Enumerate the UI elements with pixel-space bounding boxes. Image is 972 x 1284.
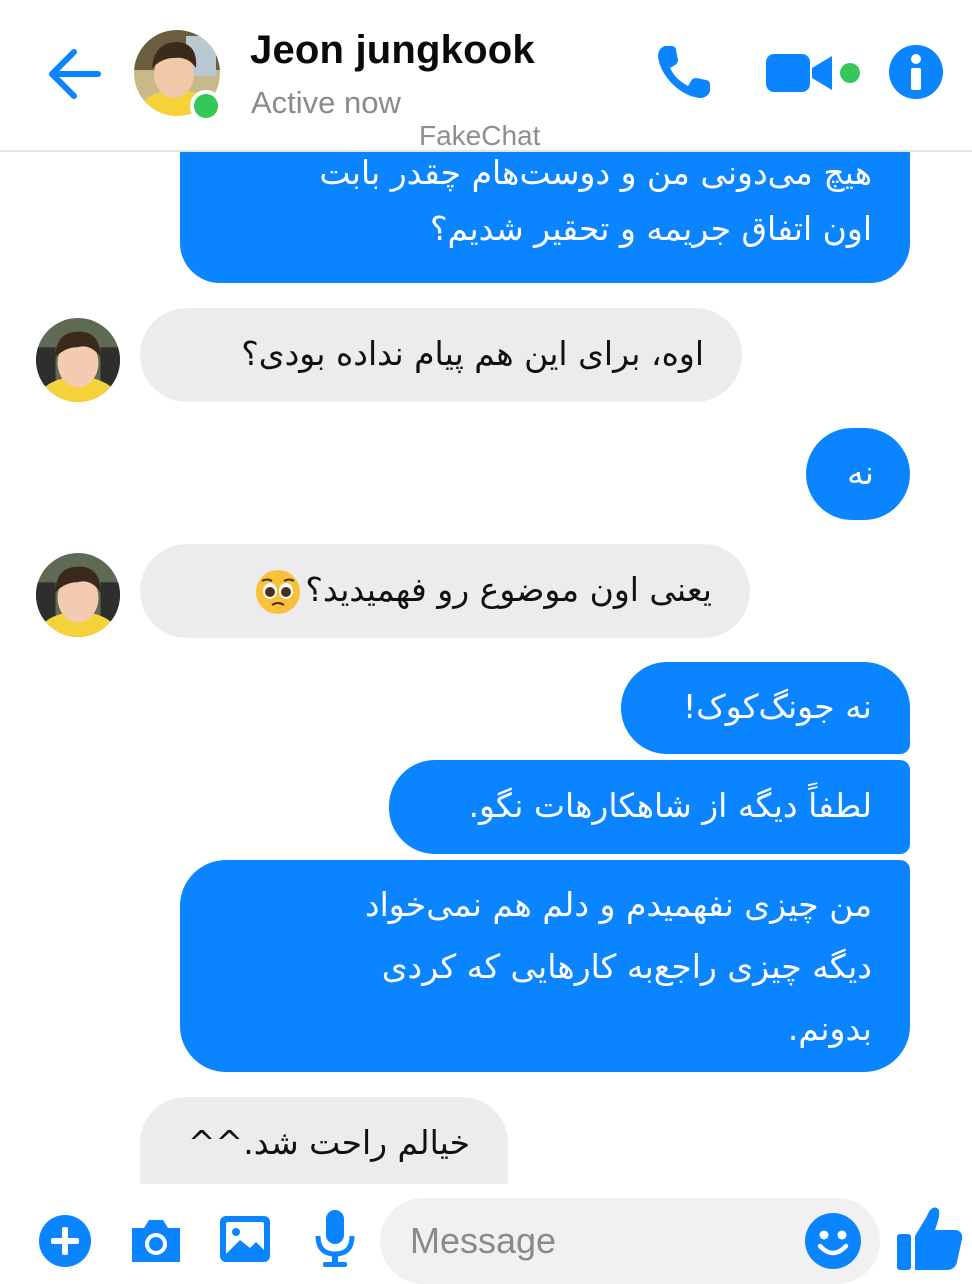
message-line: بدونم. <box>787 1009 872 1048</box>
message-text: یعنی اون موضوع رو فهمیدید؟ <box>305 570 712 609</box>
message-incoming[interactable]: خیالم راحت شد.^^ <box>140 1097 508 1197</box>
message-input[interactable] <box>408 1214 792 1268</box>
online-indicator <box>190 90 222 122</box>
emoji-icon[interactable] <box>804 1212 862 1270</box>
camera-icon[interactable] <box>128 1214 184 1266</box>
message-outgoing[interactable]: نه جونگ‌کوک! <box>621 662 910 754</box>
video-online-dot <box>840 63 860 83</box>
message-outgoing[interactable]: هیچ می‌دونی من و دوست‌هام چقدر بابت اون … <box>180 135 910 283</box>
info-icon[interactable] <box>888 44 944 100</box>
message-line: هیچ می‌دونی من و دوست‌هام چقدر بابت <box>319 153 872 192</box>
contact-avatar-small <box>36 318 120 402</box>
thumbs-up-icon[interactable] <box>893 1202 965 1274</box>
message-outgoing[interactable]: من چیزی نفهمیدم و دلم هم نمی‌خواد دیگه چ… <box>180 860 910 1072</box>
watermark: FakeChat <box>419 120 541 151</box>
message-line: من چیزی نفهمیدم و دلم هم نمی‌خواد <box>364 885 872 924</box>
message-line: دیگه چیزی راجع‌به کارهایی که کردی <box>381 947 872 986</box>
message-line: اون اتفاق جریمه و تحقیر شدیم؟ <box>430 209 872 248</box>
back-arrow-icon[interactable] <box>44 44 108 104</box>
plus-icon[interactable] <box>38 1214 92 1268</box>
message-incoming[interactable]: اوه، برای این هم پیام نداده بودی؟ <box>140 308 742 402</box>
active-status: Active now <box>251 85 401 120</box>
image-icon[interactable] <box>218 1212 272 1266</box>
message-incoming[interactable]: یعنی اون موضوع رو فهمیدید؟ <box>140 544 750 638</box>
contact-name: Jeon jungkook <box>250 28 535 72</box>
message-input-container <box>380 1198 880 1284</box>
phone-icon[interactable] <box>652 40 716 104</box>
contact-avatar-small <box>36 553 120 637</box>
video-camera-icon[interactable] <box>766 50 834 96</box>
message-outgoing[interactable]: لطفاً دیگه از شاهکارهات نگو. <box>389 760 910 854</box>
message-outgoing[interactable]: نه <box>806 428 910 520</box>
microphone-icon[interactable] <box>312 1208 358 1268</box>
pleading-face-emoji-icon <box>256 569 301 614</box>
